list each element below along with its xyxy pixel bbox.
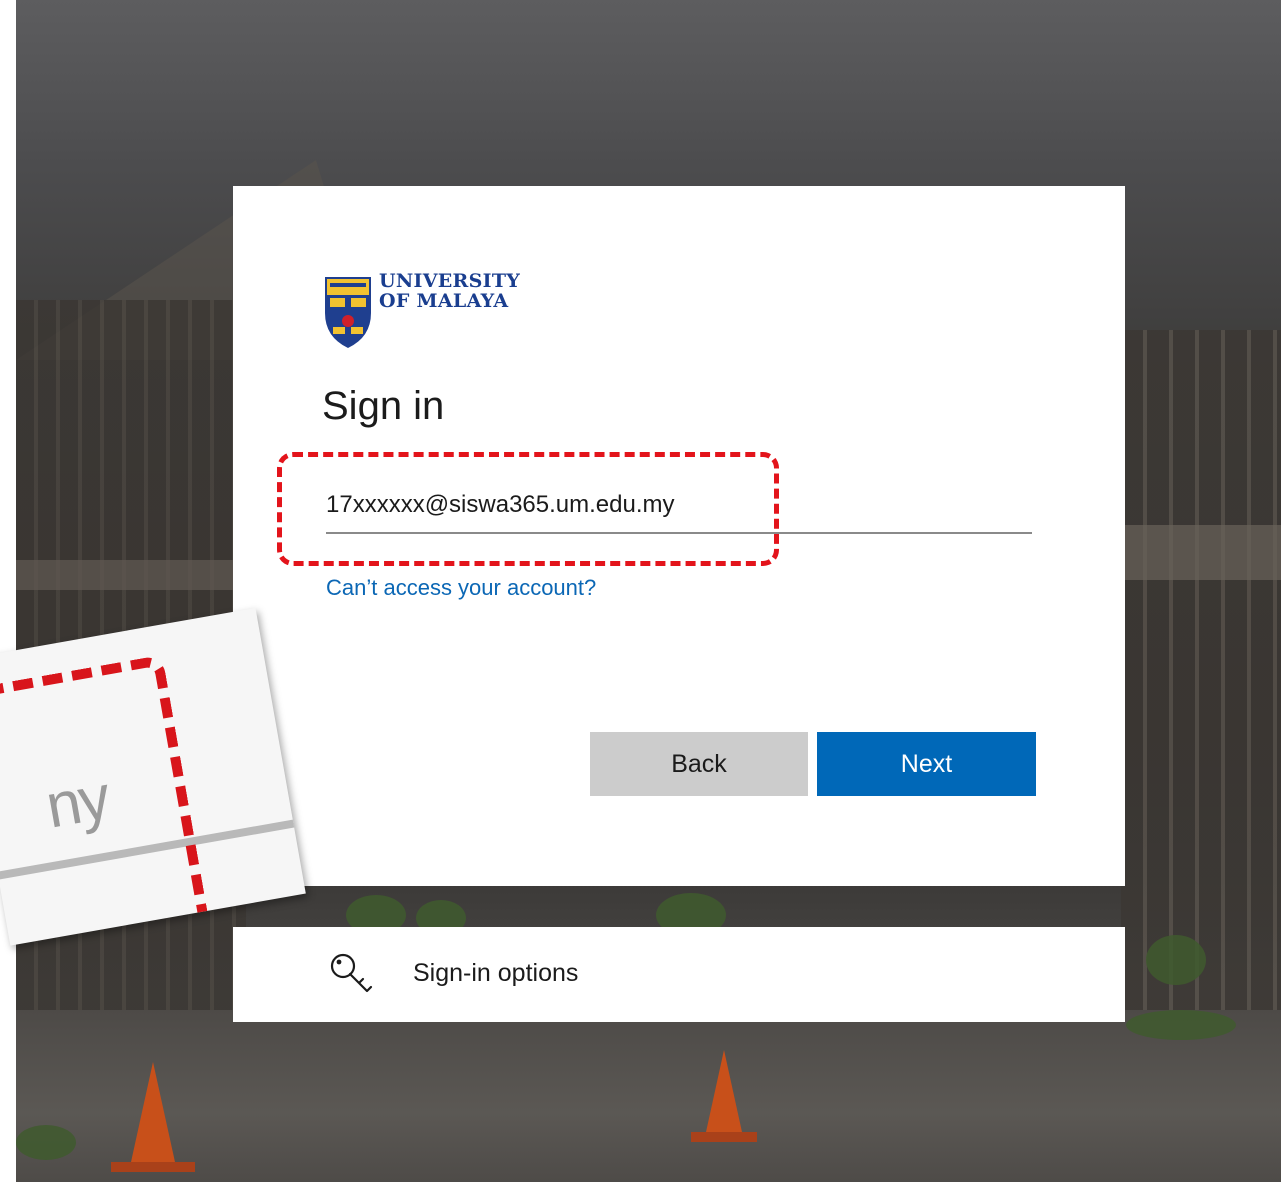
- building-band-right: [1121, 525, 1281, 580]
- sign-in-options[interactable]: Sign-in options: [233, 927, 1125, 1022]
- key-icon: [330, 953, 373, 993]
- building-band: [16, 560, 246, 590]
- logo-line-1: UNIVERSITY: [379, 270, 521, 292]
- ground: [16, 1010, 1281, 1182]
- next-button[interactable]: Next: [817, 732, 1036, 796]
- zoomed-callout: ny: [0, 607, 306, 946]
- page-title: Sign in: [322, 384, 445, 428]
- traffic-cone-base: [691, 1132, 757, 1142]
- cant-access-account-link[interactable]: Can’t access your account?: [326, 575, 596, 601]
- back-button[interactable]: Back: [590, 732, 808, 796]
- logo-text: UNIVERSITY OF MALAYA: [379, 271, 520, 311]
- sign-in-options-label: Sign-in options: [413, 959, 579, 987]
- traffic-cone-base: [111, 1162, 195, 1172]
- logo-line-2: OF MALAYA: [379, 290, 509, 312]
- shrub: [1146, 935, 1206, 985]
- zoomed-highlight-box: [0, 654, 211, 946]
- shrub: [1126, 1010, 1236, 1040]
- sign-in-card: UNIVERSITY OF MALAYA Sign in Can’t acces…: [233, 186, 1125, 886]
- email-field[interactable]: [326, 478, 1032, 534]
- building-right: [1121, 330, 1281, 1050]
- crest-icon: [325, 277, 371, 348]
- university-logo: UNIVERSITY OF MALAYA: [323, 271, 583, 351]
- traffic-cone: [131, 1062, 175, 1162]
- shrub: [16, 1125, 76, 1160]
- traffic-cone: [706, 1050, 742, 1132]
